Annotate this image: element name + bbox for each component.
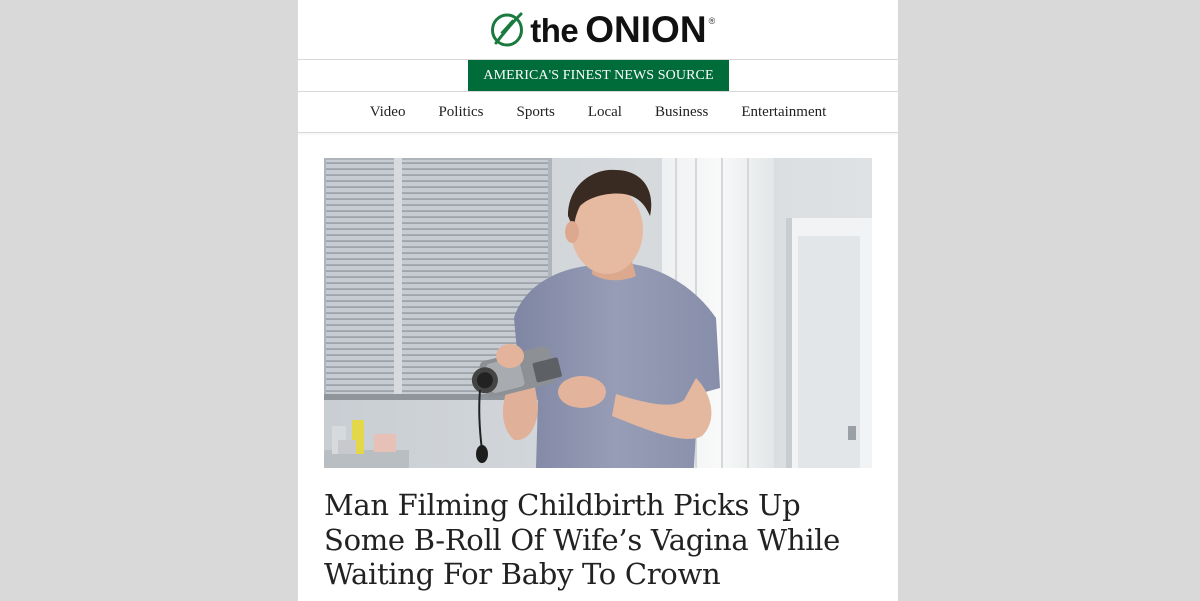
nav-item-politics[interactable]: Politics: [438, 104, 483, 121]
nav-item-video[interactable]: Video: [370, 104, 406, 121]
masthead: the ONION ®: [298, 0, 898, 60]
logo-the-text: the: [530, 11, 579, 49]
nav-item-entertainment[interactable]: Entertainment: [741, 104, 826, 121]
onion-leaf-icon: [491, 12, 524, 46]
site-logo[interactable]: the ONION ®: [487, 8, 716, 51]
article-page: the ONION ® AMERICA'S FINEST NEWS SOURCE…: [298, 0, 898, 601]
registered-mark: ®: [708, 15, 716, 26]
nav-item-business[interactable]: Business: [655, 104, 708, 121]
article-headline[interactable]: Man Filming Childbirth Picks Up Some B-R…: [324, 488, 884, 592]
hero-image[interactable]: [324, 158, 872, 468]
nav-item-sports[interactable]: Sports: [516, 104, 554, 121]
section-nav: Video Politics Sports Local Business Ent…: [298, 92, 898, 133]
nav-item-local[interactable]: Local: [588, 104, 622, 121]
logo-wordmark: the ONION ®: [530, 8, 716, 51]
tagline-bar: AMERICA'S FINEST NEWS SOURCE: [298, 60, 898, 92]
logo-onion-text: ONION: [585, 8, 707, 50]
tagline-banner: AMERICA'S FINEST NEWS SOURCE: [468, 60, 729, 91]
hero-photo: [324, 158, 872, 468]
